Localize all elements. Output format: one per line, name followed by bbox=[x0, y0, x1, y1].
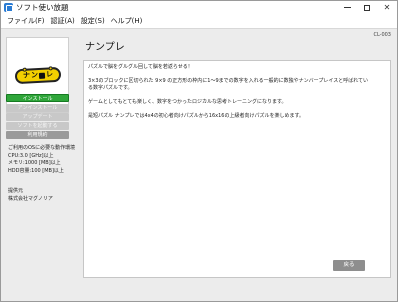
minimize-button[interactable] bbox=[337, 1, 357, 14]
menu-help[interactable]: ヘルプ(H) bbox=[108, 15, 146, 27]
install-button[interactable]: インストール bbox=[6, 94, 69, 102]
terms-button[interactable]: 利用規約 bbox=[6, 131, 69, 139]
maximize-button[interactable] bbox=[357, 1, 377, 14]
description-line: 3×3のブロックに区切られた 9×9 の正方形の枠内に1～9までの数字を入れる一… bbox=[88, 78, 369, 84]
vendor-info: 提供元 株式会社マグノリア bbox=[8, 188, 53, 203]
description-panel: パズルで脳をグルグル回して脳を若返らせる！ 3×3のブロックに区切られた 9×9… bbox=[83, 60, 391, 278]
sysreq-heading: ご利用のOSに必要な動作環境 bbox=[8, 145, 76, 151]
description-line: ゲームとしてもとても楽しく、数字をつかったロジカルな思考トレーニングになります。 bbox=[88, 99, 287, 105]
logo-char: ナ bbox=[22, 70, 30, 80]
launch-button[interactable]: ソフトを起動する bbox=[6, 122, 69, 130]
logo-sticker: ナ ン レ bbox=[14, 65, 61, 84]
title-bar[interactable]: ソフト使い放題 ✕ bbox=[1, 1, 397, 14]
sysreq-hdd: HDD容量:100 [MB]以上 bbox=[8, 167, 64, 174]
system-requirements: ご利用のOSに必要な動作環境 CPU:3.0 [GHz]以上 メモリ:1000 … bbox=[8, 145, 75, 175]
update-button[interactable]: アップデート bbox=[6, 113, 69, 121]
vendor-name: 株式会社マグノリア bbox=[8, 195, 53, 202]
uninstall-button[interactable]: アンインストール bbox=[6, 104, 69, 112]
screen-id: CL-003 bbox=[373, 32, 391, 38]
minimize-icon bbox=[343, 7, 351, 8]
logo-char: レ bbox=[45, 69, 53, 79]
close-icon: ✕ bbox=[383, 2, 391, 12]
back-button[interactable]: 戻る bbox=[333, 260, 365, 271]
description-line: 是短パズル ナンプレでは4x4の初心者向けパズルから16x16の上級者向けパズル… bbox=[88, 113, 304, 119]
menu-settings[interactable]: 設定(S) bbox=[78, 15, 108, 27]
description-line: パズルで脳をグルグル回して脳を若返らせる！ bbox=[88, 64, 193, 70]
app-icon bbox=[4, 3, 13, 12]
window-title: ソフト使い放題 bbox=[16, 3, 69, 12]
logo-square bbox=[38, 71, 45, 78]
maximize-icon bbox=[364, 4, 370, 11]
menu-auth[interactable]: 認証(A) bbox=[48, 15, 78, 27]
sysreq-memory: メモリ:1000 [MB]以上 bbox=[8, 160, 61, 167]
description-line: る数字パズルです。 bbox=[88, 85, 133, 91]
page-title: ナンプレ bbox=[85, 42, 125, 53]
logo-char: ン bbox=[30, 70, 38, 79]
main-panel: CL-003 ナ ン レ インストール アンインストール アップデート ソフトを… bbox=[1, 28, 397, 301]
app-window: ソフト使い放題 ✕ ファイル(F) 認証(A) 設定(S) ヘルプ(H) CL-… bbox=[0, 0, 398, 302]
menu-file[interactable]: ファイル(F) bbox=[4, 15, 48, 27]
vendor-label: 提供元 bbox=[8, 188, 24, 194]
menu-bar: ファイル(F) 認証(A) 設定(S) ヘルプ(H) bbox=[1, 15, 397, 27]
logo-decoration bbox=[22, 67, 27, 72]
logo-decoration bbox=[48, 65, 53, 70]
close-button[interactable]: ✕ bbox=[377, 1, 397, 14]
